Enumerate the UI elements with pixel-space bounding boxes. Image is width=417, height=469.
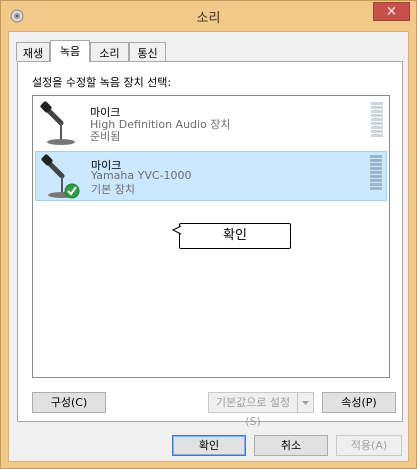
callout-pointer-icon: [171, 225, 182, 235]
ok-button[interactable]: 확인: [172, 435, 246, 456]
close-button[interactable]: ×: [373, 2, 410, 21]
level-meter: [370, 155, 382, 193]
tab-sounds[interactable]: 소리: [90, 42, 129, 61]
chevron-down-icon[interactable]: [297, 393, 313, 414]
set-default-label: 기본값으로 설정(S): [215, 396, 291, 428]
device-status: 준비됨: [90, 130, 121, 143]
device-status: 기본 장치: [91, 183, 135, 196]
cancel-button[interactable]: 취소: [254, 435, 328, 456]
window-title: 소리: [196, 11, 221, 26]
microphone-icon: [40, 101, 75, 145]
set-default-button[interactable]: 기본값으로 설정(S): [208, 392, 314, 428]
callout-label: 확인: [179, 223, 291, 249]
device-item-hd-audio-mic[interactable]: 마이크 High Definition Audio 장치 준비됨: [35, 99, 387, 149]
configure-button[interactable]: 구성(C): [32, 392, 106, 413]
level-meter: [371, 102, 383, 140]
title-bar[interactable]: 소리 ×: [1, 1, 416, 31]
sound-dialog-window: 소리 × 재생 녹음 소리 통신 설정을 수정할 녹음 장치 선택: 마이크 H…: [0, 0, 417, 469]
tab-communications[interactable]: 통신: [129, 42, 166, 61]
microphone-icon: [41, 154, 80, 199]
device-item-yamaha-mic[interactable]: 마이크 Yamaha YVC-1000 기본 장치: [35, 151, 387, 201]
tab-recording[interactable]: 녹음: [50, 40, 90, 62]
tab-playback[interactable]: 재생: [16, 42, 50, 61]
recording-panel: 설정을 수정할 녹음 장치 선택: 마이크 High Definition Au…: [17, 61, 403, 428]
properties-button[interactable]: 속성(P): [322, 392, 396, 413]
close-icon: ×: [386, 4, 397, 19]
apply-button[interactable]: 적용(A): [336, 435, 402, 456]
dialog-client-area: 재생 녹음 소리 통신 설정을 수정할 녹음 장치 선택: 마이크 High D…: [8, 31, 409, 462]
instruction-text: 설정을 수정할 녹음 장치 선택:: [32, 76, 172, 89]
